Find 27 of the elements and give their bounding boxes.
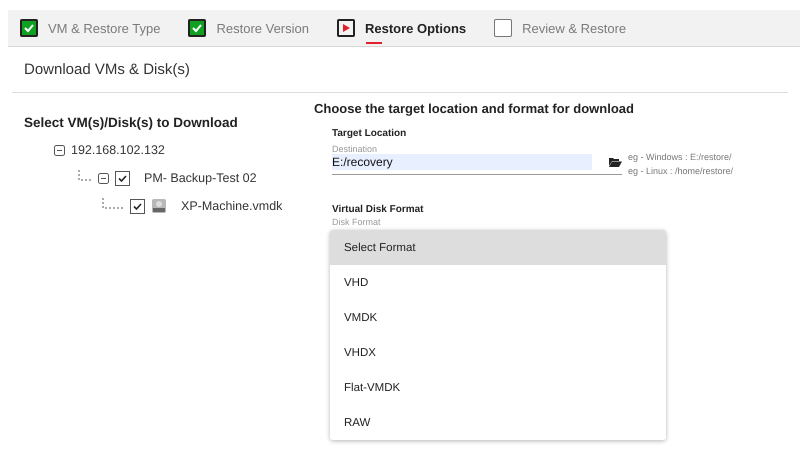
checkbox[interactable] (115, 170, 130, 186)
collapse-icon[interactable] (98, 172, 109, 184)
tree-item-label[interactable]: 192.168.102.132 (71, 143, 165, 157)
dropdown-option[interactable]: Select Format (330, 230, 666, 265)
dropdown-option[interactable]: Flat-VMDK (330, 370, 666, 405)
section-heading: Select VM(s)/Disk(s) to Download (24, 115, 239, 130)
disk-drive-icon (151, 198, 167, 214)
dropdown-option[interactable]: RAW (330, 405, 666, 440)
folder-icon[interactable] (609, 157, 622, 167)
wizard-step-tab[interactable]: Restore Version (188, 19, 309, 37)
field-label: Destination (332, 144, 378, 154)
hint-text: eg - Windows : E:/restore/ (628, 151, 733, 164)
collapse-icon[interactable] (54, 144, 65, 156)
checkbox[interactable] (130, 198, 145, 214)
wizard-step-tab[interactable]: VM & Restore Type (20, 19, 160, 37)
dropdown-option[interactable]: VMDK (330, 300, 666, 335)
tree-item-label[interactable]: PM- Backup-Test 02 (144, 171, 257, 185)
tree-item-label[interactable]: XP-Machine.vmdk (181, 199, 282, 213)
field-section-label: Target Location (332, 128, 408, 139)
dropdown-option[interactable]: VHD (330, 265, 666, 300)
field-label: Disk Format (332, 217, 382, 227)
page-title: Download VMs & Disk(s) (12, 47, 788, 93)
wizard-step-tab[interactable]: Review & Restore (494, 19, 626, 37)
dropdown-option[interactable]: VHDX (330, 335, 666, 370)
hint-text: eg - Linux : /home/restore/ (628, 165, 734, 178)
field-section-label: Virtual Disk Format (332, 204, 425, 215)
section-heading: Choose the target location and format for download (314, 101, 635, 116)
